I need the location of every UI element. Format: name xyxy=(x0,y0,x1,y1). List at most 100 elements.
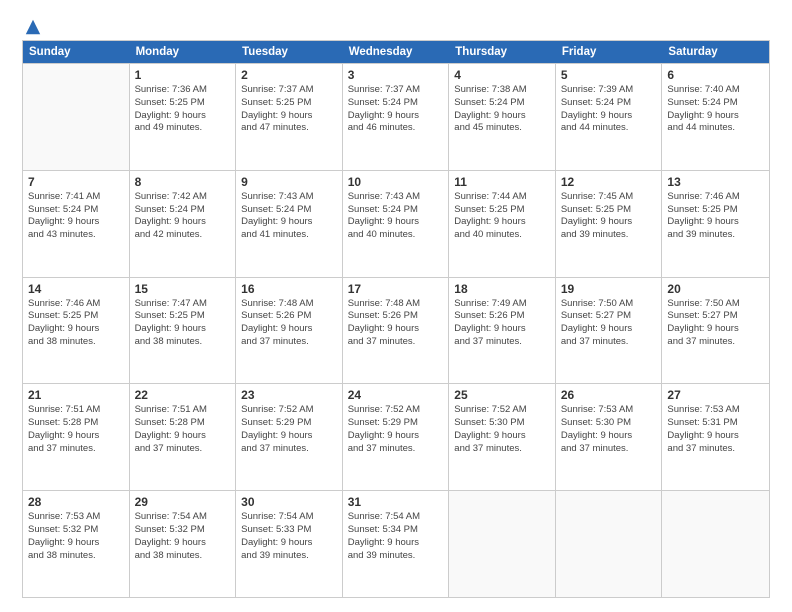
calendar-day-cell: 2 Sunrise: 7:37 AM Sunset: 5:25 PM Daylig… xyxy=(236,64,343,170)
calendar-day-cell: 28Sunrise: 7:53 AM Sunset: 5:32 PM Dayli… xyxy=(23,491,130,597)
day-info: Sunrise: 7:40 AM Sunset: 5:24 PM Dayligh… xyxy=(667,84,764,135)
day-number: 23 xyxy=(241,388,337,402)
day-info: Sunrise: 7:45 AM Sunset: 5:25 PM Dayligh… xyxy=(561,191,657,242)
calendar-day-cell: 24 Sunrise: 7:52 AM Sunset: 5:29 PM Dayli… xyxy=(343,384,450,490)
day-info: Sunrise: 7:49 AM Sunset: 5:26 PM Dayligh… xyxy=(454,298,550,349)
calendar-day-cell: 6Sunrise: 7:40 AM Sunset: 5:24 PM Daylig… xyxy=(662,64,769,170)
calendar-day-cell: 13 Sunrise: 7:46 AM Sunset: 5:25 PM Dayli… xyxy=(662,171,769,277)
calendar-day-cell: 31 Sunrise: 7:54 AM Sunset: 5:34 PM Dayli… xyxy=(343,491,450,597)
calendar-day-cell: 8Sunrise: 7:42 AM Sunset: 5:24 PM Daylig… xyxy=(130,171,237,277)
day-number: 11 xyxy=(454,175,550,189)
calendar-day-cell: 27 Sunrise: 7:53 AM Sunset: 5:31 PM Dayli… xyxy=(662,384,769,490)
calendar-day-cell: 9 Sunrise: 7:43 AM Sunset: 5:24 PM Daylig… xyxy=(236,171,343,277)
day-info: Sunrise: 7:43 AM Sunset: 5:24 PM Dayligh… xyxy=(348,191,444,242)
day-info: Sunrise: 7:44 AM Sunset: 5:25 PM Dayligh… xyxy=(454,191,550,242)
calendar-header-cell: Saturday xyxy=(662,41,769,63)
day-info: Sunrise: 7:47 AM Sunset: 5:25 PM Dayligh… xyxy=(135,298,231,349)
day-info: Sunrise: 7:54 AM Sunset: 5:33 PM Dayligh… xyxy=(241,511,337,562)
day-info: Sunrise: 7:52 AM Sunset: 5:29 PM Dayligh… xyxy=(348,404,444,455)
day-info: Sunrise: 7:41 AM Sunset: 5:24 PM Dayligh… xyxy=(28,191,124,242)
day-number: 10 xyxy=(348,175,444,189)
calendar-day-cell: 21 Sunrise: 7:51 AM Sunset: 5:28 PM Dayli… xyxy=(23,384,130,490)
day-info: Sunrise: 7:50 AM Sunset: 5:27 PM Dayligh… xyxy=(667,298,764,349)
calendar-day-cell: 10 Sunrise: 7:43 AM Sunset: 5:24 PM Dayli… xyxy=(343,171,450,277)
day-info: Sunrise: 7:53 AM Sunset: 5:31 PM Dayligh… xyxy=(667,404,764,455)
day-number: 5 xyxy=(561,68,657,82)
calendar-header-cell: Friday xyxy=(556,41,663,63)
logo xyxy=(22,18,42,32)
calendar-day-cell xyxy=(662,491,769,597)
day-number: 4 xyxy=(454,68,550,82)
day-info: Sunrise: 7:37 AM Sunset: 5:25 PM Dayligh… xyxy=(241,84,337,135)
calendar-header-cell: Tuesday xyxy=(236,41,343,63)
calendar-day-cell: 20 Sunrise: 7:50 AM Sunset: 5:27 PM Dayli… xyxy=(662,278,769,384)
day-info: Sunrise: 7:46 AM Sunset: 5:25 PM Dayligh… xyxy=(28,298,124,349)
calendar-day-cell: 26 Sunrise: 7:53 AM Sunset: 5:30 PM Dayli… xyxy=(556,384,663,490)
day-number: 21 xyxy=(28,388,124,402)
day-number: 29 xyxy=(135,495,231,509)
calendar-header-cell: Monday xyxy=(130,41,237,63)
calendar-day-cell xyxy=(556,491,663,597)
day-number: 17 xyxy=(348,282,444,296)
calendar-day-cell: 29 Sunrise: 7:54 AM Sunset: 5:32 PM Dayli… xyxy=(130,491,237,597)
calendar-header-row: SundayMondayTuesdayWednesdayThursdayFrid… xyxy=(23,41,769,63)
day-info: Sunrise: 7:54 AM Sunset: 5:32 PM Dayligh… xyxy=(135,511,231,562)
header xyxy=(22,18,770,32)
day-info: Sunrise: 7:38 AM Sunset: 5:24 PM Dayligh… xyxy=(454,84,550,135)
calendar-week-row: 28Sunrise: 7:53 AM Sunset: 5:32 PM Dayli… xyxy=(23,490,769,597)
calendar-header-cell: Thursday xyxy=(449,41,556,63)
day-number: 3 xyxy=(348,68,444,82)
day-info: Sunrise: 7:53 AM Sunset: 5:30 PM Dayligh… xyxy=(561,404,657,455)
day-number: 24 xyxy=(348,388,444,402)
day-number: 16 xyxy=(241,282,337,296)
day-number: 18 xyxy=(454,282,550,296)
day-number: 27 xyxy=(667,388,764,402)
day-number: 13 xyxy=(667,175,764,189)
day-info: Sunrise: 7:37 AM Sunset: 5:24 PM Dayligh… xyxy=(348,84,444,135)
calendar-day-cell: 7 Sunrise: 7:41 AM Sunset: 5:24 PM Daylig… xyxy=(23,171,130,277)
calendar-day-cell: 1 Sunrise: 7:36 AM Sunset: 5:25 PM Daylig… xyxy=(130,64,237,170)
calendar-week-row: 21 Sunrise: 7:51 AM Sunset: 5:28 PM Dayli… xyxy=(23,383,769,490)
day-number: 28 xyxy=(28,495,124,509)
day-number: 25 xyxy=(454,388,550,402)
calendar-day-cell: 5 Sunrise: 7:39 AM Sunset: 5:24 PM Daylig… xyxy=(556,64,663,170)
day-info: Sunrise: 7:48 AM Sunset: 5:26 PM Dayligh… xyxy=(348,298,444,349)
calendar-day-cell: 22Sunrise: 7:51 AM Sunset: 5:28 PM Dayli… xyxy=(130,384,237,490)
calendar-week-row: 14 Sunrise: 7:46 AM Sunset: 5:25 PM Dayli… xyxy=(23,277,769,384)
calendar-day-cell xyxy=(449,491,556,597)
day-number: 30 xyxy=(241,495,337,509)
day-number: 22 xyxy=(135,388,231,402)
day-info: Sunrise: 7:51 AM Sunset: 5:28 PM Dayligh… xyxy=(28,404,124,455)
logo-icon xyxy=(24,18,42,36)
day-number: 26 xyxy=(561,388,657,402)
calendar-day-cell: 15Sunrise: 7:47 AM Sunset: 5:25 PM Dayli… xyxy=(130,278,237,384)
day-info: Sunrise: 7:39 AM Sunset: 5:24 PM Dayligh… xyxy=(561,84,657,135)
calendar-week-row: 1 Sunrise: 7:36 AM Sunset: 5:25 PM Daylig… xyxy=(23,63,769,170)
calendar-day-cell: 18 Sunrise: 7:49 AM Sunset: 5:26 PM Dayli… xyxy=(449,278,556,384)
day-info: Sunrise: 7:54 AM Sunset: 5:34 PM Dayligh… xyxy=(348,511,444,562)
day-info: Sunrise: 7:52 AM Sunset: 5:29 PM Dayligh… xyxy=(241,404,337,455)
day-number: 31 xyxy=(348,495,444,509)
calendar-header-cell: Sunday xyxy=(23,41,130,63)
day-info: Sunrise: 7:50 AM Sunset: 5:27 PM Dayligh… xyxy=(561,298,657,349)
calendar-day-cell: 14 Sunrise: 7:46 AM Sunset: 5:25 PM Dayli… xyxy=(23,278,130,384)
day-info: Sunrise: 7:52 AM Sunset: 5:30 PM Dayligh… xyxy=(454,404,550,455)
day-number: 7 xyxy=(28,175,124,189)
calendar-week-row: 7 Sunrise: 7:41 AM Sunset: 5:24 PM Daylig… xyxy=(23,170,769,277)
calendar-day-cell: 19Sunrise: 7:50 AM Sunset: 5:27 PM Dayli… xyxy=(556,278,663,384)
calendar-header-cell: Wednesday xyxy=(343,41,450,63)
day-info: Sunrise: 7:46 AM Sunset: 5:25 PM Dayligh… xyxy=(667,191,764,242)
calendar-day-cell: 25 Sunrise: 7:52 AM Sunset: 5:30 PM Dayli… xyxy=(449,384,556,490)
day-info: Sunrise: 7:36 AM Sunset: 5:25 PM Dayligh… xyxy=(135,84,231,135)
day-number: 9 xyxy=(241,175,337,189)
day-number: 20 xyxy=(667,282,764,296)
day-number: 1 xyxy=(135,68,231,82)
day-number: 14 xyxy=(28,282,124,296)
day-info: Sunrise: 7:43 AM Sunset: 5:24 PM Dayligh… xyxy=(241,191,337,242)
calendar-day-cell: 23 Sunrise: 7:52 AM Sunset: 5:29 PM Dayli… xyxy=(236,384,343,490)
calendar-day-cell: 3 Sunrise: 7:37 AM Sunset: 5:24 PM Daylig… xyxy=(343,64,450,170)
day-number: 2 xyxy=(241,68,337,82)
calendar-day-cell: 4 Sunrise: 7:38 AM Sunset: 5:24 PM Daylig… xyxy=(449,64,556,170)
day-info: Sunrise: 7:48 AM Sunset: 5:26 PM Dayligh… xyxy=(241,298,337,349)
page: SundayMondayTuesdayWednesdayThursdayFrid… xyxy=(0,0,792,612)
